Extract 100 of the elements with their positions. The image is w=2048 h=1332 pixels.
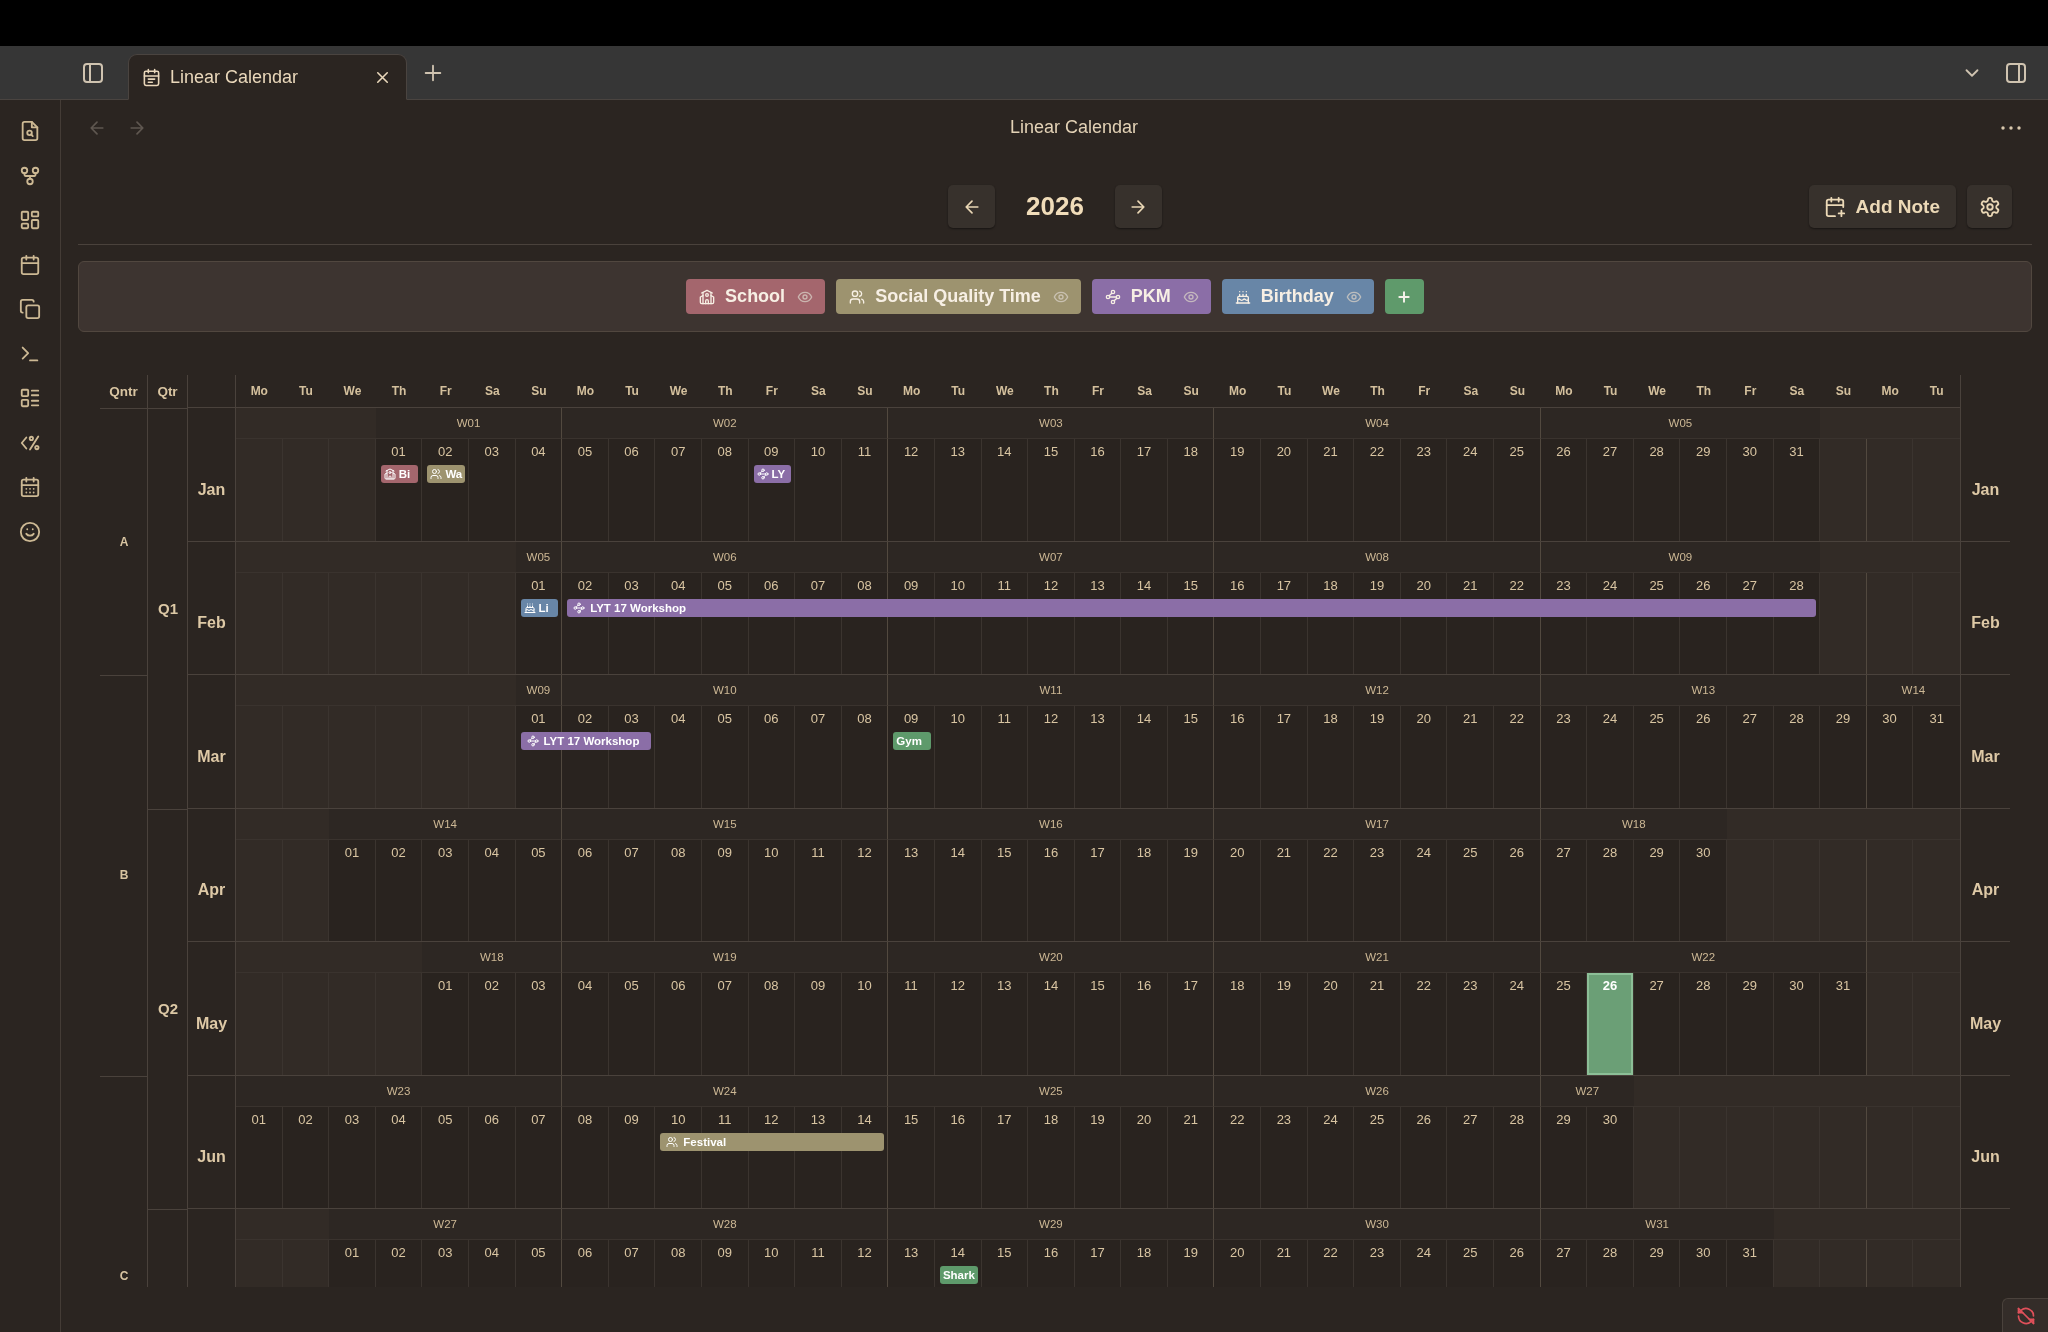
day-number: 02 — [577, 577, 593, 593]
week-label: W30 — [1365, 1218, 1389, 1230]
day-number: 10 — [764, 1245, 779, 1260]
event-chip[interactable]: LYT 17 Workshop — [520, 732, 652, 750]
month-label: May — [1969, 1014, 2002, 1033]
day-number: 10 — [950, 577, 965, 593]
sync-off-icon[interactable] — [2015, 1305, 2036, 1326]
event-chip[interactable]: LY — [753, 465, 792, 483]
event-chip[interactable]: Bi — [380, 465, 419, 483]
day-number: 26 — [1509, 1245, 1525, 1260]
day-number: 24 — [1416, 844, 1431, 860]
category-chip[interactable]: Birthday — [1221, 279, 1374, 314]
weekday-header: Fr — [1417, 383, 1432, 400]
day-number: 13 — [1090, 711, 1105, 726]
day-number: 01 — [344, 844, 360, 860]
day-number: 05 — [531, 844, 546, 860]
day-number: 05 — [717, 577, 732, 593]
next-year-button[interactable] — [1114, 185, 1162, 228]
day-number: 29 — [1742, 978, 1758, 993]
cake-icon — [1234, 288, 1251, 305]
day-number: 26 — [1556, 444, 1571, 459]
week-label: W27 — [433, 1218, 457, 1230]
day-number: 20 — [1323, 978, 1338, 993]
weekday-header: Tu — [1276, 383, 1293, 400]
week-label: W07 — [1039, 550, 1063, 563]
day-number: 24 — [1323, 1111, 1338, 1127]
day-number: 25 — [1649, 711, 1664, 726]
day-number: 09 — [717, 1245, 732, 1260]
smiley-icon[interactable] — [19, 520, 41, 543]
copy-icon[interactable] — [19, 298, 41, 320]
weekday-header: We — [994, 383, 1015, 400]
day-number: 28 — [1789, 577, 1804, 593]
fork-icon[interactable] — [19, 164, 41, 187]
category-chip[interactable]: PKM — [1091, 279, 1211, 314]
list-icon[interactable] — [19, 387, 41, 409]
month-label: Jun — [1971, 1148, 2000, 1167]
week-label: W26 — [1365, 1084, 1389, 1097]
day-number: 14 — [1043, 978, 1059, 993]
day-number: 29 — [1649, 844, 1664, 860]
week-label: W18 — [479, 951, 504, 963]
day-number: 06 — [764, 577, 779, 593]
school-icon — [383, 468, 396, 480]
more-icon[interactable] — [2001, 125, 2021, 130]
category-chip[interactable]: Social Quality Time — [836, 279, 1081, 314]
day-number: 25 — [1463, 1245, 1478, 1260]
settings-button[interactable] — [1967, 185, 2012, 228]
day-number: 25 — [1369, 1111, 1385, 1127]
event-chip[interactable]: Wa — [427, 465, 465, 483]
day-number: 15 — [1043, 444, 1059, 459]
day-number: 24 — [1509, 978, 1525, 993]
day-number: 08 — [670, 844, 686, 860]
view-title: Linear Calendar — [1009, 117, 1139, 138]
day-number: 09 — [903, 577, 919, 593]
sidebar-toggle-icon[interactable] — [2004, 60, 2028, 85]
day-number: 13 — [950, 444, 965, 459]
add-note-button[interactable]: Add Note — [1808, 185, 1956, 228]
day-number: 02 — [437, 444, 453, 459]
week-label: W25 — [1039, 1084, 1063, 1097]
week-label: W09 — [1668, 550, 1693, 563]
day-number: 03 — [624, 577, 639, 593]
previous-year-button[interactable] — [948, 185, 996, 228]
day-number: 30 — [1696, 844, 1711, 860]
day-number: 28 — [1649, 444, 1664, 459]
day-number: 19 — [1183, 844, 1198, 860]
weekday-header: Su — [1508, 383, 1526, 400]
category-chip[interactable]: School — [686, 279, 826, 314]
nodes-icon — [756, 468, 769, 480]
calendar-icon[interactable] — [19, 476, 41, 498]
week-label: W22 — [1691, 951, 1716, 963]
calendar-icon[interactable] — [19, 253, 41, 276]
day-number: 11 — [718, 1111, 732, 1127]
day-number: 17 — [1276, 577, 1292, 593]
day-number: 27 — [1463, 1111, 1478, 1127]
event-chip[interactable]: Shark — [939, 1266, 978, 1284]
tab[interactable]: Linear Calendar — [128, 54, 407, 100]
sidebar-toggle-icon[interactable] — [81, 60, 105, 85]
event-chip[interactable]: Gym — [893, 732, 931, 750]
layout-grid-icon[interactable] — [19, 209, 41, 231]
day-number: 14 — [1136, 577, 1152, 593]
day-number: 07 — [717, 978, 732, 993]
group-label: A — [119, 534, 129, 549]
day-number: 10 — [810, 444, 826, 459]
day-number: 26 — [1509, 844, 1525, 860]
day-number: 30 — [1696, 1245, 1711, 1260]
day-number: 05 — [577, 444, 593, 459]
day-number: 15 — [997, 1245, 1012, 1260]
day-number: 07 — [810, 577, 826, 593]
add-category-button[interactable] — [1384, 279, 1424, 314]
day-number: 12 — [950, 978, 965, 993]
day-number: 12 — [857, 1245, 872, 1260]
weekday-header: Mo — [575, 383, 596, 400]
week-label: W28 — [712, 1218, 737, 1230]
day-number: 16 — [950, 1111, 965, 1127]
weekday-header: Su — [530, 383, 548, 400]
day-number: 09 — [810, 978, 826, 993]
day-number: 21 — [1463, 577, 1478, 593]
day-number: 31 — [1742, 1245, 1758, 1260]
file-search-icon[interactable] — [19, 120, 41, 142]
day-number: 12 — [1043, 577, 1059, 593]
day-number: 22 — [1509, 711, 1525, 726]
